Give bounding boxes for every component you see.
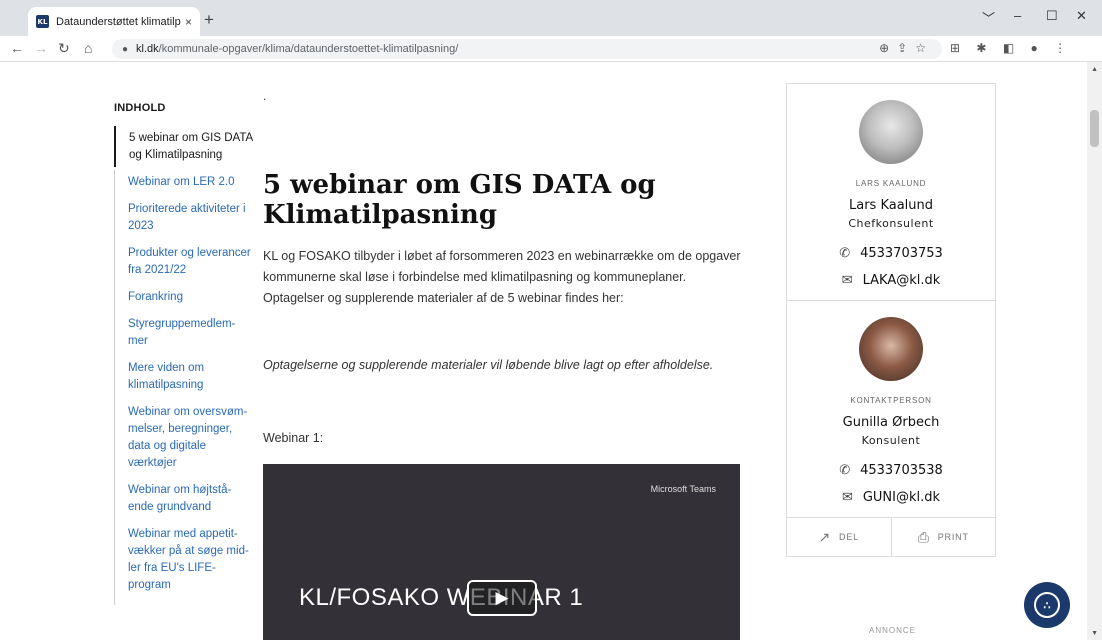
print-button[interactable]: ⎙ PRINT	[892, 517, 996, 557]
update-note: Optagelserne og supplerende materialer v…	[263, 358, 714, 372]
contact-divider	[787, 300, 995, 301]
toc-item-produkter[interactable]: Produkter og leverancer fra 2021/22	[114, 245, 254, 279]
home-icon[interactable]: ⌂	[84, 40, 92, 56]
toc-heading: INDHOLD	[114, 102, 166, 114]
new-tab-button[interactable]: +	[204, 10, 214, 30]
phone-icon: ✆	[839, 463, 851, 478]
toc-item-ler[interactable]: Webinar om LER 2.0	[114, 174, 254, 191]
mail-icon: ✉	[841, 490, 853, 505]
maximize-button[interactable]: ☐	[1046, 8, 1058, 24]
omnibox-actions: ⊕⇪☆	[879, 41, 934, 55]
toc-item-prioriterede[interactable]: Prioriterede aktiviteter i 2023	[114, 201, 254, 235]
play-icon: ▶	[495, 588, 509, 607]
phone-number[interactable]: 4533703753	[860, 246, 943, 261]
email-address[interactable]: GUNI@kl.dk	[863, 490, 940, 505]
webinar-label: Webinar 1:	[263, 431, 324, 445]
tab-search-icon[interactable]: ﹀	[982, 8, 995, 27]
extension-icon[interactable]: ⊞	[950, 41, 960, 55]
contact-email[interactable]: ✉ GUNI@kl.dk	[787, 490, 995, 505]
tab-close-icon[interactable]: ×	[185, 15, 192, 29]
url-text: kl.dk/kommunale-opgaver/klima/dataunders…	[136, 43, 459, 55]
toc-item-forankring[interactable]: Forankring	[114, 289, 254, 306]
toc-item-mere-viden[interactable]: Mere viden om klimatilpasning	[114, 360, 254, 394]
scroll-down-arrow-icon[interactable]: ▼	[1091, 630, 1098, 637]
browser-tab[interactable]: KL Dataunderstøttet klimatilpasning ×	[28, 7, 200, 36]
intro-paragraph: KL og FOSAKO tilbyder i løbet af forsomm…	[263, 249, 741, 305]
forward-arrow-icon[interactable]: →	[34, 40, 48, 56]
bookmark-star-icon[interactable]: ☆	[915, 41, 934, 55]
browser-toolbar: ← → ↻ ⌂ ● kl.dk/kommunale-opgaver/klima/…	[0, 36, 1102, 62]
chat-icon: ∴	[1034, 592, 1060, 618]
minimize-button[interactable]: –	[1014, 8, 1021, 23]
stray-dot: .	[263, 89, 267, 103]
email-address[interactable]: LAKA@kl.dk	[863, 273, 941, 288]
contact-card: LARS KAALUND Lars Kaalund Chefkonsulent …	[787, 100, 995, 288]
share-label: DEL	[839, 532, 859, 542]
back-arrow-icon[interactable]: ←	[10, 40, 24, 56]
contact-sidebar: LARS KAALUND Lars Kaalund Chefkonsulent …	[786, 83, 996, 557]
share-button[interactable]: ↗ DEL	[787, 517, 892, 557]
side-panel-icon[interactable]: ◧	[1003, 41, 1014, 55]
mail-icon: ✉	[841, 273, 853, 288]
menu-dots-icon[interactable]: ⋮	[1054, 41, 1066, 55]
contact-name: Lars Kaalund	[848, 198, 934, 213]
reload-icon[interactable]: ↻	[58, 40, 70, 57]
phone-number[interactable]: 4533703538	[860, 463, 943, 478]
close-window-button[interactable]: ✕	[1076, 8, 1087, 24]
table-of-contents: 5 webinar om GIS DATA og Klimatilpasning…	[114, 126, 254, 604]
lock-icon[interactable]: ●	[122, 44, 128, 55]
share-arrow-icon: ↗	[818, 528, 832, 545]
toc-item-gis-webinar[interactable]: 5 webinar om GIS DATA og Klimatilpasning	[114, 126, 254, 167]
browser-tabstrip: KL Dataunderstøttet klimatilpasning × + …	[0, 0, 1102, 36]
contact-role: LARS KAALUND	[855, 179, 927, 188]
toc-item-life-program[interactable]: Webinar med appetit-vækker på at søge mi…	[114, 526, 254, 594]
print-label: PRINT	[937, 532, 969, 542]
tab-title: Dataunderstøttet klimatilpasning	[56, 15, 181, 28]
puzzle-extensions-icon[interactable]: ✱	[976, 41, 986, 55]
teams-brand: Microsoft Teams	[650, 484, 716, 494]
page-title: 5 webinar om GIS DATA og Klimatilpasning	[263, 170, 656, 230]
toc-item-oversvoemmelser[interactable]: Webinar om oversvøm-melser, beregninger,…	[114, 404, 254, 472]
ad-label: ANNONCE	[869, 626, 917, 635]
scrollbar-thumb[interactable]	[1090, 110, 1099, 147]
toc-item-grundvand[interactable]: Webinar om højtstå-ende grundvand	[114, 482, 254, 516]
scroll-up-arrow-icon[interactable]: ▲	[1091, 66, 1098, 73]
kl-favicon-icon: KL	[36, 15, 49, 28]
page-scrollbar[interactable]	[1087, 62, 1102, 640]
contact-phone[interactable]: ✆ 4533703753	[787, 246, 995, 261]
extension-icons: ⊞ ✱ ◧ ● ⋮	[950, 41, 1079, 55]
avatar	[859, 317, 923, 381]
contact-name: Gunilla Ørbech	[842, 415, 940, 430]
zoom-icon[interactable]: ⊕	[879, 41, 897, 55]
contact-phone[interactable]: ✆ 4533703538	[787, 463, 995, 478]
share-page-icon[interactable]: ⇪	[897, 41, 915, 55]
share-row: ↗ DEL ⎙ PRINT	[787, 517, 995, 557]
contact-card: KONTAKTPERSON Gunilla Ørbech Konsulent ✆…	[787, 317, 995, 505]
contact-role: KONTAKTPERSON	[850, 396, 932, 405]
contact-title: Chefkonsulent	[848, 217, 934, 230]
phone-icon: ✆	[839, 246, 851, 261]
video-player[interactable]: Microsoft Teams KL/FOSAKO WEBINAR 1 ▶	[263, 464, 740, 640]
profile-avatar-icon[interactable]: ●	[1031, 41, 1038, 55]
printer-icon: ⎙	[917, 528, 930, 545]
toc-item-styregruppe[interactable]: Styregruppemedlem-mer	[114, 316, 254, 350]
avatar	[859, 100, 923, 164]
contact-title: Konsulent	[861, 434, 921, 447]
address-bar[interactable]: ● kl.dk/kommunale-opgaver/klima/dataunde…	[112, 39, 942, 59]
video-title: KL/FOSAKO WEBINAR 1	[299, 584, 584, 611]
play-button[interactable]: ▶	[467, 580, 537, 616]
chat-button[interactable]: ∴	[1024, 582, 1070, 628]
contact-email[interactable]: ✉ LAKA@kl.dk	[787, 273, 995, 288]
